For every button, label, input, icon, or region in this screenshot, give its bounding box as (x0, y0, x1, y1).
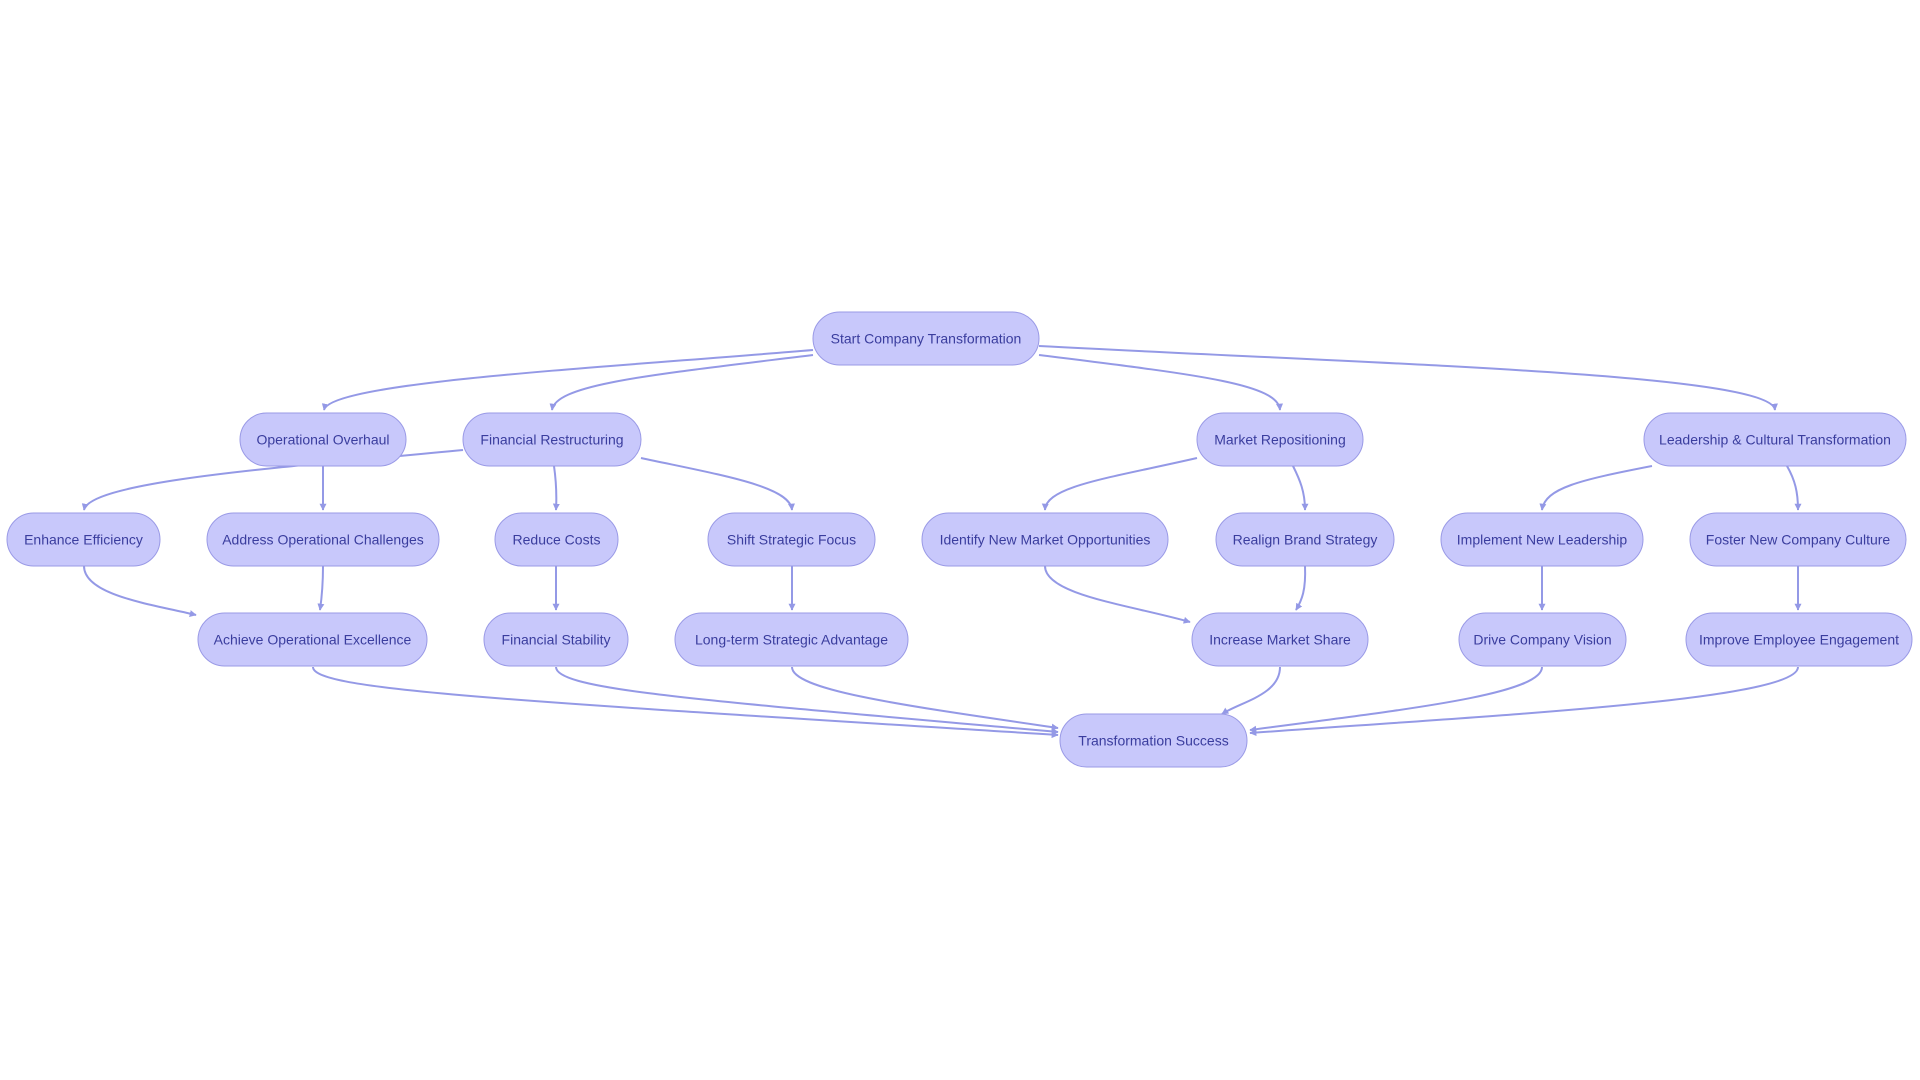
edge-finstab-to-success (555, 666, 1059, 735)
edge-start-to-lead (1038, 345, 1778, 411)
node-label: Increase Market Share (1209, 632, 1351, 648)
node-redcost[interactable]: Reduce Costs (494, 512, 619, 567)
edge-mktrep-to-ident (1041, 457, 1198, 511)
node-label: Implement New Leadership (1457, 532, 1628, 548)
node-foster[interactable]: Foster New Company Culture (1689, 512, 1907, 567)
edge-incmkt-to-success (1221, 666, 1281, 715)
node-shift[interactable]: Shift Strategic Focus (707, 512, 876, 567)
node-label: Transformation Success (1078, 733, 1228, 749)
node-mktrep[interactable]: Market Repositioning (1196, 412, 1364, 467)
edge-finres-to-shift (640, 457, 795, 511)
node-label: Financial Stability (502, 632, 611, 648)
node-success[interactable]: Transformation Success (1059, 713, 1248, 768)
node-label: Shift Strategic Focus (727, 532, 856, 548)
edge-finres-to-redcost (552, 465, 560, 511)
node-label: Achieve Operational Excellence (214, 632, 412, 648)
edge-addrops-to-achieve (317, 565, 325, 611)
edge-start-to-finres (549, 354, 814, 411)
node-achieve[interactable]: Achieve Operational Excellence (197, 612, 428, 667)
node-lead[interactable]: Leadership & Cultural Transformation (1643, 412, 1907, 467)
edge-drive-to-success (1249, 666, 1543, 733)
node-label: Realign Brand Strategy (1233, 532, 1378, 548)
node-label: Drive Company Vision (1473, 632, 1611, 648)
node-start[interactable]: Start Company Transformation (812, 311, 1040, 366)
node-label: Market Repositioning (1214, 432, 1346, 448)
edge-enheff-to-achieve (83, 565, 197, 617)
flowchart-diagram: Start Company Transformation Operational … (6, 311, 1913, 768)
node-ltsa[interactable]: Long-term Strategic Advantage (674, 612, 909, 667)
edge-start-to-mktrep (1038, 354, 1283, 411)
edge-ltsa-to-success (791, 666, 1059, 731)
node-improve[interactable]: Improve Employee Engagement (1685, 612, 1913, 667)
node-finres[interactable]: Financial Restructuring (462, 412, 642, 467)
node-label: Address Operational Challenges (222, 532, 424, 548)
nodes-layer: Start Company Transformation Operational … (6, 311, 1913, 768)
edge-start-to-opov (321, 349, 814, 411)
node-label: Foster New Company Culture (1706, 532, 1891, 548)
node-drive[interactable]: Drive Company Vision (1458, 612, 1627, 667)
node-label: Enhance Efficiency (24, 532, 143, 548)
node-label: Operational Overhaul (256, 432, 389, 448)
edge-improve-to-success (1249, 666, 1799, 737)
node-label: Long-term Strategic Advantage (695, 632, 888, 648)
node-incmkt[interactable]: Increase Market Share (1191, 612, 1369, 667)
node-label: Improve Employee Engagement (1699, 632, 1899, 648)
node-label: Identify New Market Opportunities (940, 532, 1151, 548)
edge-mktrep-to-realign (1292, 465, 1309, 511)
node-label: Reduce Costs (513, 532, 601, 548)
edge-achieve-to-success (312, 666, 1059, 739)
edge-realign-to-incmkt (1295, 565, 1307, 611)
node-ident[interactable]: Identify New Market Opportunities (921, 512, 1169, 567)
node-addrops[interactable]: Address Operational Challenges (206, 512, 440, 567)
node-finstab[interactable]: Financial Stability (483, 612, 629, 667)
node-opov[interactable]: Operational Overhaul (239, 412, 407, 467)
edge-ident-to-incmkt (1044, 565, 1191, 624)
edge-lead-to-foster (1786, 465, 1802, 511)
node-label: Leadership & Cultural Transformation (1659, 432, 1891, 448)
edge-lead-to-implead (1539, 465, 1653, 511)
node-realign[interactable]: Realign Brand Strategy (1215, 512, 1395, 567)
node-enheff[interactable]: Enhance Efficiency (6, 512, 161, 567)
node-label: Financial Restructuring (480, 432, 623, 448)
node-label: Start Company Transformation (831, 331, 1022, 347)
node-implead[interactable]: Implement New Leadership (1440, 512, 1644, 567)
